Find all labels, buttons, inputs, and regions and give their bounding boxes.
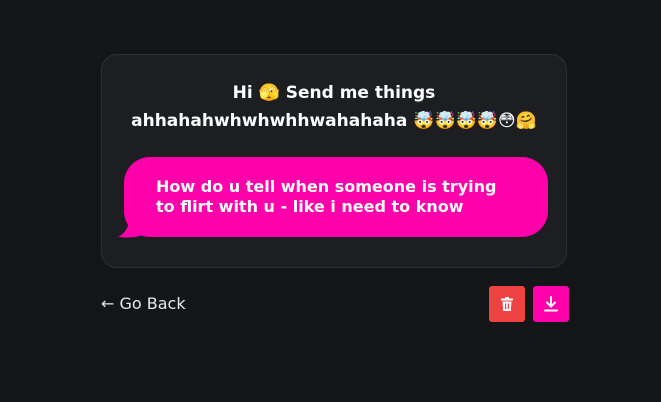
prompt-subtitle: ahhahahwhwhwhhwahahaha 🤯🤯🤯🤯😳🤗	[131, 111, 537, 131]
download-icon	[544, 296, 558, 312]
message-text: How do u tell when someone is trying to …	[156, 177, 497, 216]
message-bubble: How do u tell when someone is trying to …	[124, 157, 548, 237]
delete-button[interactable]	[489, 286, 525, 322]
trash-icon	[501, 297, 513, 311]
download-button[interactable]	[533, 286, 569, 322]
message-card: Hi 🫣 Send me things ahhahahwhwhwhhwahaha…	[101, 54, 567, 268]
go-back-link[interactable]: ← Go Back	[101, 294, 186, 314]
prompt-title: Hi 🫣 Send me things	[232, 83, 436, 103]
prompt-header: Hi 🫣 Send me things ahhahahwhwhwhhwahaha…	[102, 79, 566, 135]
